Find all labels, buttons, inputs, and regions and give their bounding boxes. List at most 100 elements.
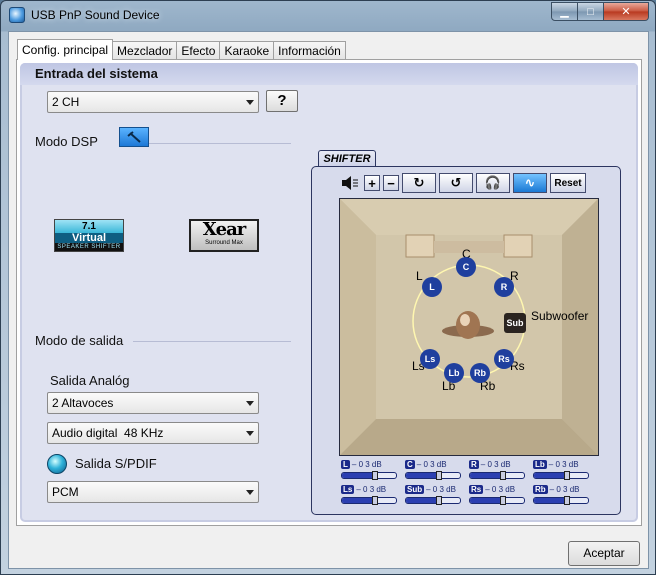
speaker-r-handle[interactable]: R [494,277,514,297]
volume-slider-sub[interactable]: Sub – 0 3 dB [405,485,461,507]
channel-select[interactable]: 2 CH [47,91,259,113]
headphone-button[interactable]: 🎧 [476,173,510,193]
dsp-mode-toggle[interactable] [119,127,149,147]
tab-efecto[interactable]: Efecto [176,41,221,60]
dsp-mode-label: Modo DSP [35,134,98,149]
speaker-rb-handle[interactable]: Rb [470,363,490,383]
channel-tag: Lb [533,460,547,469]
title-bar[interactable]: USB PnP Sound Device ▁ □ ✕ [1,1,655,29]
tab-informacion[interactable]: Información [273,41,346,60]
volume-slider-ls[interactable]: Ls – 0 3 dB [341,485,397,507]
shifter-tab[interactable]: SHIFTER [318,150,376,167]
volume-thumb[interactable] [564,496,570,505]
speaker-c-handle[interactable]: C [456,257,476,277]
tab-strip: Config. principal Mezclador Efecto Karao… [17,39,346,60]
close-button[interactable]: ✕ [604,2,649,21]
volume-fill [470,498,502,503]
speaker-ls-handle[interactable]: Ls [420,349,440,369]
volume-thumb[interactable] [564,471,570,480]
spdif-toggle-icon[interactable] [47,454,67,474]
client-area: Config. principal Mezclador Efecto Karao… [8,31,649,569]
volume-thumb[interactable] [500,496,506,505]
volume-thumb[interactable] [500,471,506,480]
volume-label: Lb – 0 3 dB [533,460,579,469]
volume-slider-l[interactable]: L – 0 3 dB [341,460,397,482]
tab-panel: Entrada del sistema 2 CH ? Modo DSP 7.1 … [16,59,642,526]
speaker-lb-handle[interactable]: Lb [444,363,464,383]
volume-value: – 0 3 dB [426,485,456,494]
speaker-rs-handle[interactable]: Rs [494,349,514,369]
volume-thumb[interactable] [436,496,442,505]
spdif-output-label: Salida S/PDIF [75,456,157,471]
channel-select-value: 2 CH [52,95,80,109]
wave-button[interactable]: ∿ [513,173,547,193]
virtual-speaker-shifter-button[interactable]: 7.1 Virtual SPEAKER SHIFTER [54,219,124,252]
volume-thumb[interactable] [372,496,378,505]
volume-track[interactable] [341,496,397,505]
volume-slider-r[interactable]: R – 0 3 dB [469,460,525,482]
volume-value: – 0 3 dB [480,460,511,469]
channel-tag: L [341,460,350,469]
volume-track[interactable] [533,496,589,505]
speaker-label-l: L [416,269,423,283]
volume-track[interactable] [405,471,461,480]
system-input-heading: Entrada del sistema [35,66,158,81]
volume-track[interactable] [341,471,397,480]
rotate-clockwise-button[interactable]: ↻ [402,173,436,193]
xear-surround-max-button[interactable]: Xear Surround Max [189,219,259,252]
volume-value: – 0 3 dB [351,460,382,469]
dsp-divider [149,143,291,144]
volume-slider-c[interactable]: C – 0 3 dB [405,460,461,482]
minimize-button[interactable]: ▁ [551,2,578,21]
zoom-in-button[interactable]: + [364,175,380,191]
volume-value: – 0 3 dB [485,485,516,494]
volume-slider-lb[interactable]: Lb – 0 3 dB [533,460,589,482]
virtual-badge-mid: Virtual [55,233,123,244]
volume-label: C – 0 3 dB [405,460,447,469]
speaker-l-handle[interactable]: L [422,277,442,297]
volume-thumb[interactable] [372,471,378,480]
speakers-select[interactable]: 2 Altavoces [47,392,259,414]
maximize-button[interactable]: □ [578,2,604,21]
speaker-room[interactable]: C L R Subwoofer Ls Lb Rb Rs C L R Sub Ls… [339,198,599,456]
volume-thumb[interactable] [436,471,442,480]
wave-icon: ∿ [524,175,536,190]
digital-audio-select[interactable]: Audio digital 48 KHz [47,422,259,444]
help-button[interactable]: ? [266,90,298,112]
volume-fill [470,473,502,478]
rotate-ccw-icon: ↺ [450,175,462,190]
maximize-icon: □ [587,5,594,18]
plus-icon: + [368,175,376,191]
room-graphic [340,199,598,455]
volume-track[interactable] [405,496,461,505]
tab-label: Información [278,44,341,58]
analog-output-label: Salida Analóg [50,373,130,388]
zoom-out-button[interactable]: − [383,175,399,191]
mute-button[interactable] [339,173,361,193]
tab-mezclador[interactable]: Mezclador [112,41,178,60]
minus-icon: − [387,175,395,191]
volume-label: Rb – 0 3 dB [533,485,579,494]
channel-tag: Rs [469,485,484,494]
spdif-select[interactable]: PCM [47,481,259,503]
tab-karaoke[interactable]: Karaoke [219,41,275,60]
volume-fill [534,473,566,478]
volume-label: Sub – 0 3 dB [405,485,456,494]
shifter-toolbar: + − ↻ ↺ 🎧 ∿ Reset [339,173,586,193]
volume-track[interactable] [469,496,525,505]
accept-button[interactable]: Aceptar [568,541,640,566]
volume-track[interactable] [469,471,525,480]
toggle-icon [127,131,141,143]
chevron-down-icon [246,490,254,495]
volume-label: Ls – 0 3 dB [341,485,386,494]
rotate-counterclockwise-button[interactable]: ↺ [439,173,473,193]
chevron-down-icon [246,431,254,436]
volume-slider-rs[interactable]: Rs – 0 3 dB [469,485,525,507]
speaker-sub-handle[interactable]: Sub [504,313,526,333]
volume-slider-rb[interactable]: Rb – 0 3 dB [533,485,589,507]
close-icon: ✕ [621,6,631,18]
output-divider [133,341,291,342]
tab-config-principal[interactable]: Config. principal [17,39,114,60]
volume-track[interactable] [533,471,589,480]
reset-button[interactable]: Reset [550,173,586,193]
